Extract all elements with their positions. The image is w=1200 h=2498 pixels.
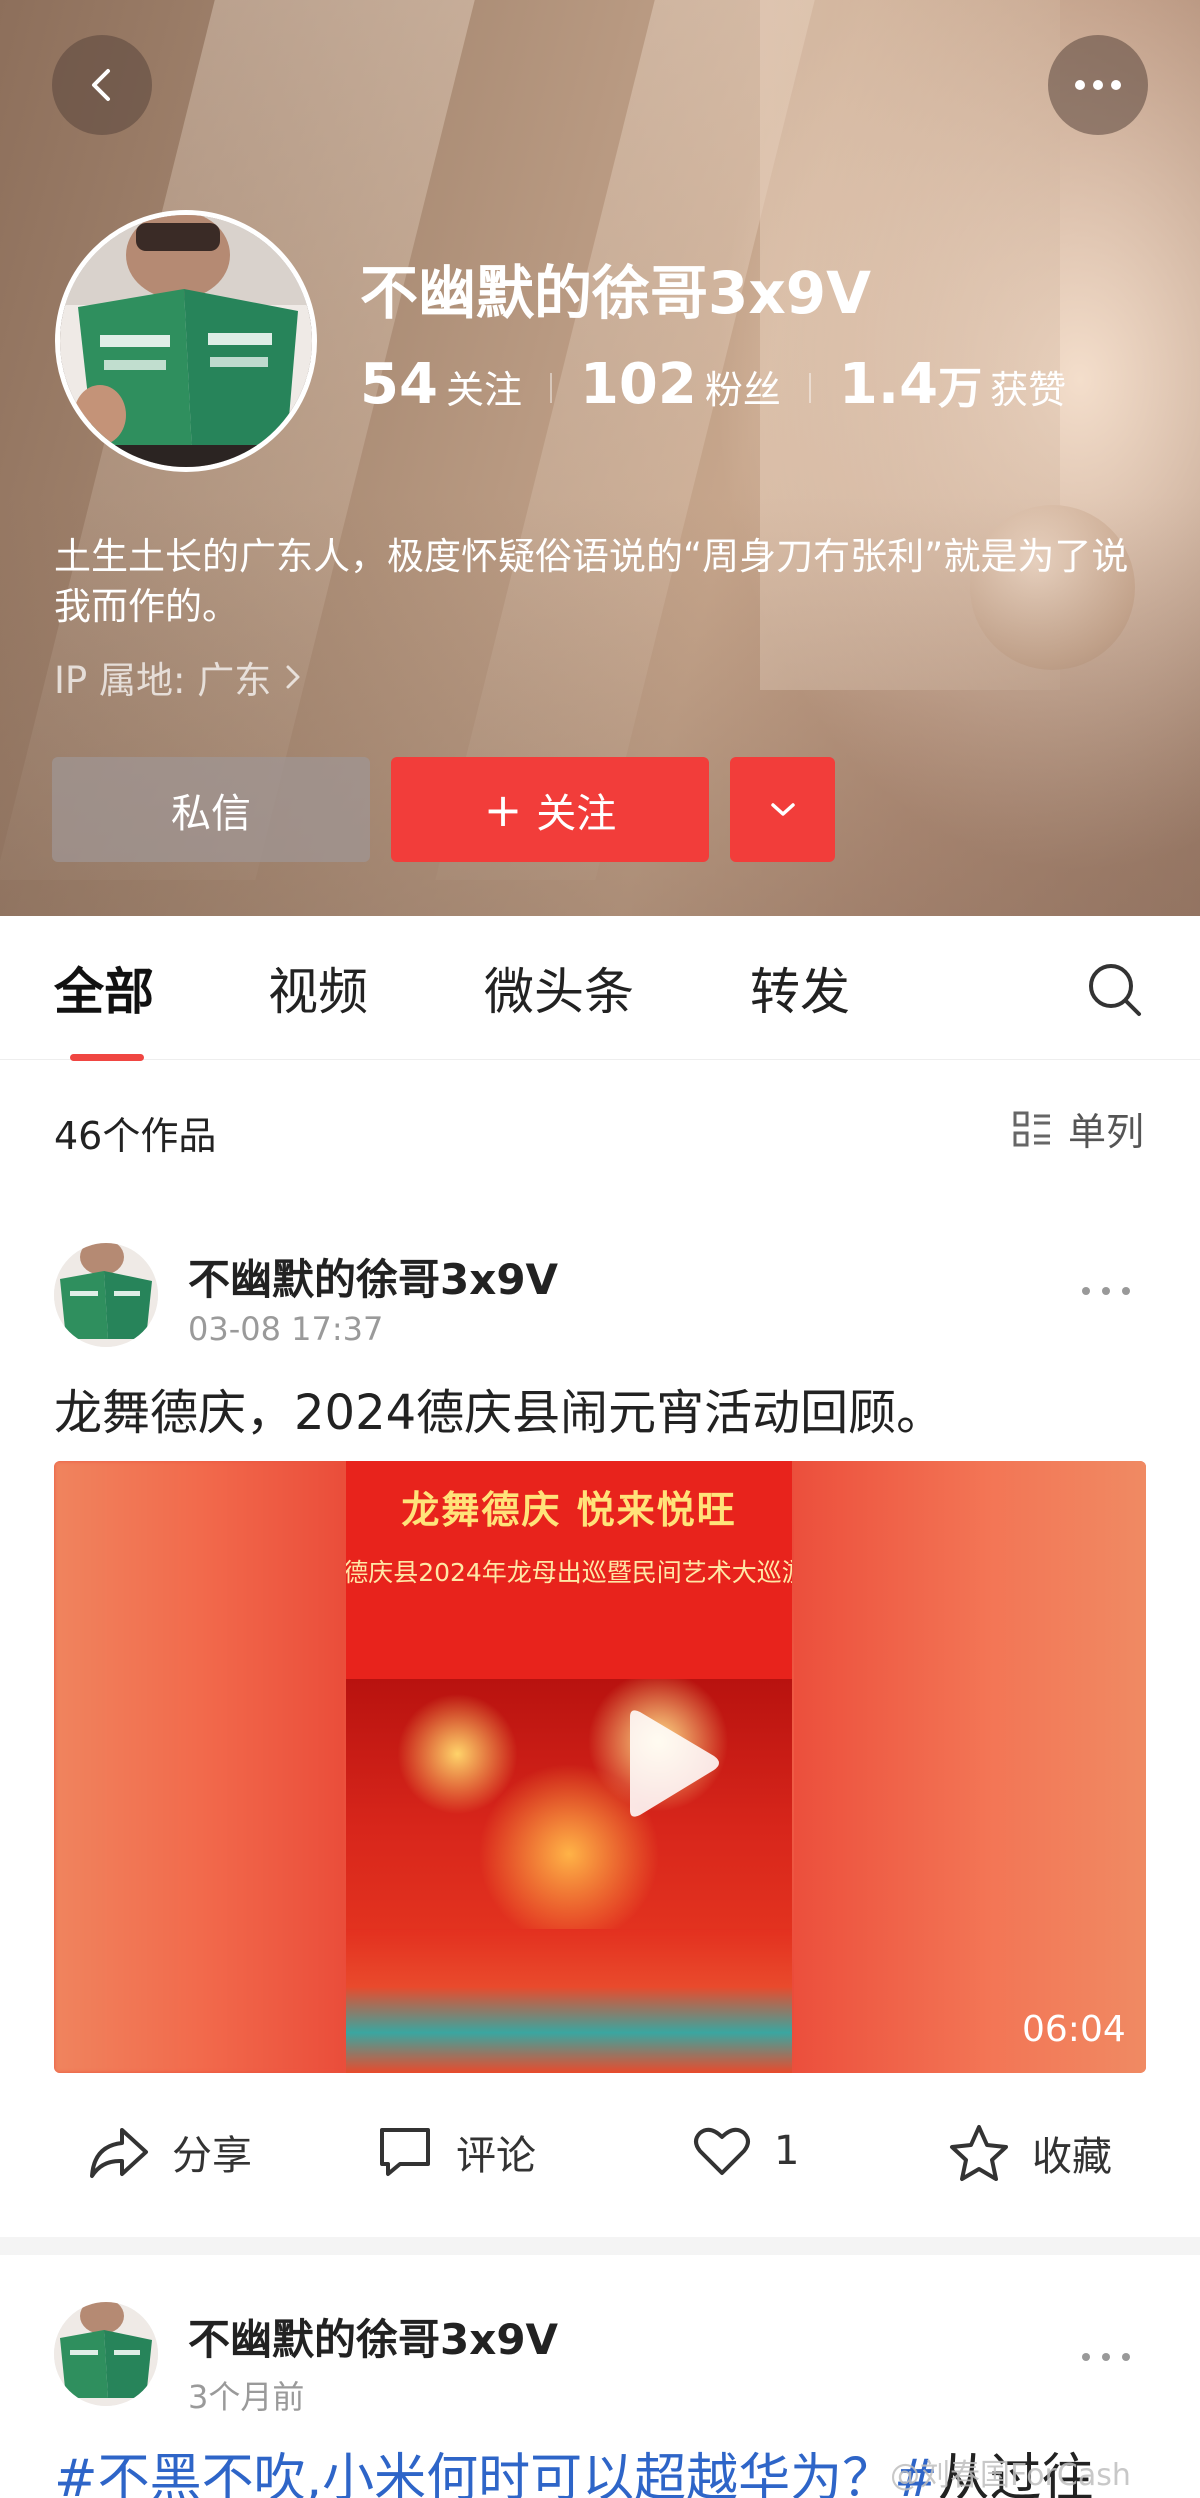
watermark: @刘春国ForCash bbox=[890, 2458, 1131, 2493]
stat-followers-count: 102 bbox=[579, 352, 697, 417]
play-icon[interactable] bbox=[600, 1701, 730, 1831]
post-divider bbox=[0, 2237, 1200, 2255]
post-more-button[interactable] bbox=[1080, 1282, 1132, 1301]
stat-followers[interactable]: 102 粉丝 bbox=[580, 352, 781, 417]
message-button-label: 私信 bbox=[171, 790, 251, 837]
stat-following-count: 54 bbox=[360, 352, 438, 417]
post-more-button[interactable] bbox=[1080, 2348, 1132, 2367]
hashtag-link[interactable]: #不黑不吹,小米何时可以超越华为？# bbox=[54, 2449, 938, 2498]
follow-button-label: 关注 bbox=[536, 790, 617, 837]
thumbnail-title: 龙舞德庆 悦来悦旺 bbox=[401, 1488, 737, 1532]
profile-avatar[interactable] bbox=[55, 210, 317, 472]
like-count: 1 bbox=[774, 2128, 800, 2174]
post-author-avatar[interactable] bbox=[54, 1243, 158, 1347]
stat-divider bbox=[549, 373, 552, 403]
tab-repost[interactable]: 转发 bbox=[750, 952, 850, 1024]
ip-location[interactable]: IP 属地: 广东 bbox=[54, 650, 303, 704]
recommend-dropdown-button[interactable] bbox=[730, 757, 835, 862]
avatar-image bbox=[60, 215, 312, 467]
post-time: 03-08 17:37 bbox=[188, 1310, 384, 1348]
message-button[interactable]: 私信 bbox=[52, 757, 370, 862]
view-mode-label: 单列 bbox=[1068, 1110, 1145, 1154]
favorite-button[interactable]: 收藏 bbox=[948, 2123, 1112, 2183]
stat-likes-count: 1.4 bbox=[838, 352, 939, 417]
stat-likes-unit: 万 bbox=[938, 363, 983, 414]
share-button[interactable]: 分享 bbox=[88, 2123, 252, 2181]
video-player[interactable]: 龙舞德庆 悦来悦旺 德庆县2024年龙母出巡暨民间艺术大巡游 06:04 bbox=[54, 1461, 1146, 2073]
works-bar: 46个作品 单列 bbox=[0, 1061, 1200, 1191]
star-icon bbox=[950, 2125, 1008, 2181]
like-button[interactable]: 1 bbox=[692, 2123, 799, 2179]
post-title[interactable]: 龙舞德庆，2024德庆县闹元宵活动回顾。 bbox=[54, 1373, 944, 1443]
stat-following[interactable]: 54 关注 bbox=[360, 352, 522, 417]
back-button[interactable] bbox=[52, 35, 152, 135]
thumbnail-waves bbox=[346, 1929, 792, 2073]
back-icon bbox=[92, 69, 110, 101]
video-duration: 06:04 bbox=[1022, 2009, 1126, 2050]
stat-likes[interactable]: 1.4万 获赞 bbox=[839, 352, 1066, 417]
favorite-label: 收藏 bbox=[1032, 2134, 1112, 2180]
comment-button[interactable]: 评论 bbox=[376, 2123, 536, 2181]
thumbnail-subtitle: 德庆县2024年龙母出巡暨民间艺术大巡游 bbox=[346, 1558, 792, 1587]
search-button[interactable] bbox=[1085, 960, 1145, 1024]
list-icon bbox=[1013, 1111, 1050, 1146]
content-tabs: 全部 视频 微头条 转发 bbox=[0, 916, 1200, 1061]
profile-header: 不幽默的徐哥3x9V 54 关注 102 粉丝 1.4万 获赞 土生土长的广东人，极度… bbox=[0, 0, 1200, 916]
works-count: 46个作品 bbox=[54, 1114, 217, 1158]
post-time: 3个月前 bbox=[188, 2378, 305, 2416]
video-blur-background bbox=[54, 1461, 346, 2073]
tab-video[interactable]: 视频 bbox=[268, 952, 368, 1024]
tab-all[interactable]: 全部 bbox=[54, 952, 154, 1024]
view-mode-toggle[interactable]: 单列 bbox=[1012, 1101, 1144, 1156]
share-label: 分享 bbox=[172, 2133, 252, 2179]
more-icon bbox=[1082, 1287, 1130, 1295]
stat-divider bbox=[808, 373, 811, 403]
active-tab-indicator bbox=[70, 1054, 144, 1061]
follow-button[interactable]: + 关注 bbox=[391, 757, 709, 862]
post-author-name[interactable]: 不幽默的徐哥3x9V bbox=[188, 2306, 558, 2367]
post-author-avatar[interactable] bbox=[54, 2302, 158, 2406]
video-blur-background bbox=[794, 1461, 1146, 2073]
profile-bio: 土生土长的广东人，极度怀疑俗语说的“周身刀冇张利”就是为了说我而作的。 bbox=[54, 535, 1129, 628]
share-icon bbox=[90, 2128, 148, 2178]
profile-name: 不幽默的徐哥3x9V bbox=[360, 259, 872, 327]
search-icon bbox=[1089, 964, 1141, 1016]
avatar-image bbox=[54, 2302, 158, 2406]
stat-followers-label: 粉丝 bbox=[704, 368, 781, 412]
tab-micro-headline[interactable]: 微头条 bbox=[484, 952, 634, 1024]
comment-icon bbox=[380, 2128, 430, 2176]
stat-following-label: 关注 bbox=[445, 368, 522, 412]
post-actions: 分享 评论 1 收藏 bbox=[0, 2115, 1200, 2195]
plus-icon: + bbox=[483, 782, 523, 837]
stat-likes-label: 获赞 bbox=[990, 368, 1067, 412]
heart-icon bbox=[694, 2127, 750, 2175]
avatar-image bbox=[54, 1243, 158, 1347]
profile-stats: 54 关注 102 粉丝 1.4万 获赞 bbox=[360, 352, 1066, 417]
comment-label: 评论 bbox=[456, 2133, 536, 2179]
more-icon bbox=[1075, 80, 1121, 90]
chevron-right-icon bbox=[286, 665, 300, 689]
more-icon bbox=[1082, 2353, 1130, 2361]
ip-location-text: IP 属地: 广东 bbox=[54, 659, 272, 702]
more-button[interactable] bbox=[1048, 35, 1148, 135]
chevron-down-icon bbox=[770, 802, 795, 816]
post-author-name[interactable]: 不幽默的徐哥3x9V bbox=[188, 1246, 558, 1307]
